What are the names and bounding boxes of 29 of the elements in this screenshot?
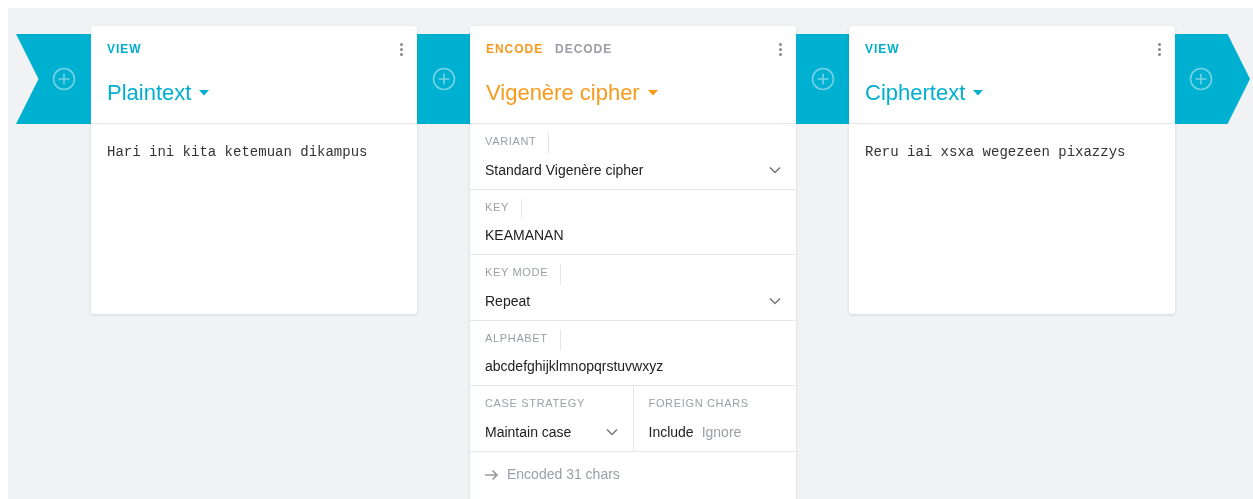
input-field[interactable]: KEAMANAN	[485, 225, 781, 246]
status-text: Encoded 31 chars	[507, 465, 620, 484]
field-label: KEY	[485, 198, 522, 219]
field-label: VARIANT	[485, 133, 550, 154]
chevron-down-icon	[605, 428, 618, 436]
arrow-right-icon	[485, 468, 499, 481]
caret-icon	[199, 89, 210, 96]
chevron-down-icon	[769, 297, 781, 305]
field-label: CASE STRATEGY	[485, 396, 586, 411]
field-label: KEY MODE	[485, 264, 562, 285]
text-content[interactable]: Hari ini kita ketemuan dikampus	[107, 142, 401, 163]
add-icon[interactable]	[1189, 67, 1213, 91]
text-content[interactable]: Reru iai xsxa wegezeen pixazzys	[865, 142, 1159, 163]
select-field[interactable]: Standard Vigenère cipher	[485, 159, 781, 181]
add-icon[interactable]	[52, 67, 76, 91]
field-label: ALPHABET	[485, 329, 561, 350]
field-label: FOREIGN CHARS	[648, 396, 749, 411]
input-field[interactable]: abcdefghijklmnopqrstuvwxyz	[485, 356, 781, 377]
select-field[interactable]: Maintain case	[485, 421, 618, 443]
select-field[interactable]: Repeat	[485, 290, 781, 312]
caret-icon	[647, 89, 658, 96]
add-icon[interactable]	[431, 67, 456, 91]
more-options-icon[interactable]	[1157, 42, 1161, 56]
add-icon[interactable]	[810, 67, 835, 91]
caret-icon	[973, 89, 984, 96]
more-options-icon[interactable]	[399, 42, 403, 56]
option-toggle[interactable]: Include	[648, 421, 694, 443]
chevron-down-icon	[769, 166, 781, 174]
more-options-icon[interactable]	[778, 42, 782, 56]
